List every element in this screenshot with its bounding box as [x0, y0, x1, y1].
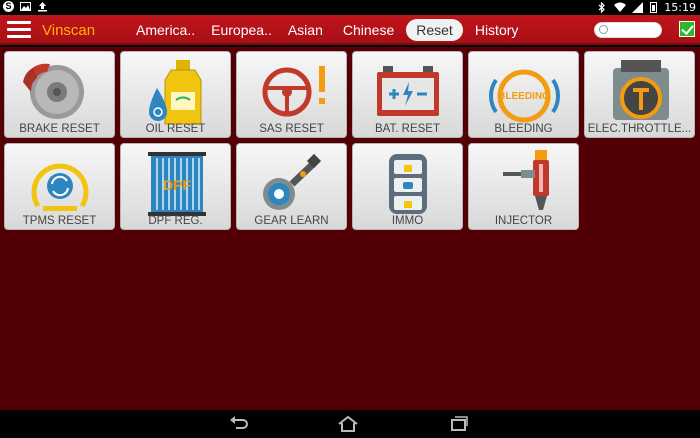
app-header: Vinscan America.. Europea.. Asian Chines… — [0, 15, 700, 45]
tab-europe[interactable]: Europea.. — [203, 19, 280, 41]
app-title: Vinscan — [42, 22, 96, 39]
tile-label: DPF REG. — [148, 215, 203, 227]
tile-label: TPMS RESET — [22, 215, 97, 227]
dpf-icon-text: DPF — [163, 177, 191, 193]
tab-bar: America.. Europea.. Asian Chinese Reset … — [128, 19, 526, 41]
system-nav-bar — [0, 410, 700, 438]
tile-gear-learn[interactable]: GEAR LEARN — [236, 143, 347, 230]
tile-brake-reset[interactable]: BRAKE RESET — [4, 51, 115, 138]
upload-icon — [37, 1, 48, 12]
home-icon[interactable] — [337, 415, 359, 433]
tab-america[interactable]: America.. — [128, 19, 203, 41]
image-icon — [20, 1, 31, 12]
skype-icon: S — [3, 1, 14, 12]
tile-tpms-reset[interactable]: TPMS RESET — [4, 143, 115, 230]
checkbox-icon[interactable] — [679, 21, 695, 37]
menu-icon[interactable] — [7, 21, 31, 39]
tile-bat-reset[interactable]: BAT. RESET — [352, 51, 463, 138]
bleeding-icon-text: BLEEDING — [498, 91, 550, 102]
tab-chinese[interactable]: Chinese — [335, 19, 402, 41]
tile-sas-reset[interactable]: SAS RESET — [236, 51, 347, 138]
bluetooth-icon — [596, 1, 607, 14]
recent-apps-icon[interactable] — [447, 415, 469, 433]
tile-elec-throttle[interactable]: ELEC.THROTTLE... — [584, 51, 695, 138]
back-icon[interactable] — [228, 415, 250, 433]
tile-label: BAT. RESET — [375, 123, 440, 135]
signal-icon — [632, 2, 644, 13]
tile-bleeding[interactable]: BLEEDING BLEEDING — [468, 51, 579, 138]
search-input[interactable] — [611, 24, 659, 37]
tab-asian[interactable]: Asian — [280, 19, 331, 41]
tile-label: BRAKE RESET — [19, 123, 100, 135]
tile-immo[interactable]: IMMO — [352, 143, 463, 230]
tab-reset[interactable]: Reset — [406, 19, 463, 41]
tile-label: SAS RESET — [259, 123, 324, 135]
wifi-icon — [614, 2, 627, 13]
search-box[interactable] — [594, 22, 662, 38]
tile-oil-reset[interactable]: OIL RESET — [120, 51, 231, 138]
tile-label: ELEC.THROTTLE... — [587, 123, 692, 135]
search-icon — [599, 25, 608, 34]
function-grid: BRAKE RESET OIL RESET SAS RESET BAT. RES… — [0, 47, 700, 410]
tile-label: IMMO — [391, 215, 424, 227]
tile-label: GEAR LEARN — [254, 215, 329, 227]
clock: 15:19 — [664, 1, 696, 14]
tile-label: BLEEDING — [494, 123, 553, 135]
tile-label: INJECTOR — [494, 215, 553, 227]
tile-injector[interactable]: INJECTOR — [468, 143, 579, 230]
battery-icon — [650, 2, 658, 13]
tab-history[interactable]: History — [467, 19, 527, 41]
tile-dpf-reg[interactable]: DPF DPF REG. — [120, 143, 231, 230]
status-bar: S 15:19 — [0, 0, 700, 15]
tile-label: OIL RESET — [145, 123, 206, 135]
